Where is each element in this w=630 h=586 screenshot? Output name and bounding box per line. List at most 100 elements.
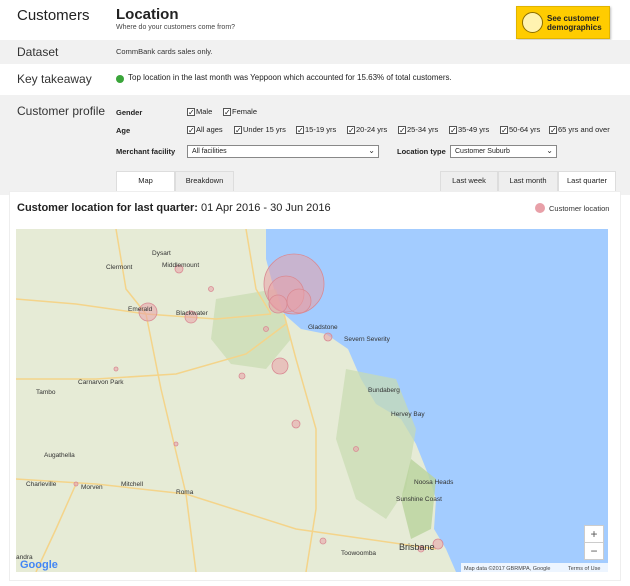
place-label: Noosa Heads xyxy=(414,479,454,486)
bubble xyxy=(173,441,179,447)
age-20-24-checkbox[interactable]: ✓ 20-24 yrs xyxy=(347,125,387,134)
checkmark-icon: ✓ xyxy=(347,125,355,135)
bubble xyxy=(353,446,359,452)
merchant-facility-select[interactable]: All facilities ⌄ xyxy=(187,145,379,158)
checkmark-icon: ✓ xyxy=(549,125,557,135)
bubble xyxy=(268,294,288,314)
merchant-facility-value: All facilities xyxy=(192,148,227,155)
place-label: Carnarvon Park xyxy=(78,379,124,386)
legend-swatch xyxy=(535,203,545,213)
map-canvas: Clermont Dysart Middlemount Emerald Blac… xyxy=(16,229,608,572)
place-label: Augathella xyxy=(44,452,75,459)
checkmark-icon: ✓ xyxy=(449,125,457,135)
age-15-19-checkbox[interactable]: ✓ 15-19 yrs xyxy=(296,125,336,134)
place-label: Severn Severity xyxy=(344,336,391,343)
gender-male-checkbox[interactable]: ✓ Male xyxy=(187,107,212,116)
google-logo: Google xyxy=(20,559,58,571)
place-label: Morven xyxy=(81,484,103,491)
dataset-label: Dataset xyxy=(17,45,59,59)
checkmark-icon: ✓ xyxy=(234,125,242,135)
bubble xyxy=(238,372,246,380)
bubble xyxy=(263,326,269,332)
bubble xyxy=(291,419,301,429)
gender-female-label: Female xyxy=(232,107,258,116)
tab-map[interactable]: Map xyxy=(116,171,175,191)
bubble xyxy=(271,357,289,375)
age-all-label: All ages xyxy=(196,125,223,134)
age-under15-checkbox[interactable]: ✓ Under 15 yrs xyxy=(234,125,286,134)
zoom-in-button[interactable]: + xyxy=(584,525,604,543)
bubble xyxy=(323,332,333,342)
terms-link[interactable]: Terms of Use xyxy=(568,566,600,572)
zoom-out-button[interactable]: − xyxy=(584,542,604,560)
customer-profile-label: Customer profile xyxy=(17,104,106,118)
page-subtitle: Where do your customers come from? xyxy=(116,24,236,31)
checkmark-icon: ✓ xyxy=(398,125,406,135)
age-65plus-checkbox[interactable]: ✓ 65 yrs and over xyxy=(549,125,610,134)
tab-breakdown[interactable]: Breakdown xyxy=(175,171,234,191)
age-25-34-label: 25-34 yrs xyxy=(407,125,439,134)
chart-title-label: Customer location for last quarter: xyxy=(17,202,198,214)
tab-last-month[interactable]: Last month xyxy=(498,171,558,191)
dataset-value: CommBank cards sales only. xyxy=(116,47,213,56)
place-label: Dysart xyxy=(152,250,171,257)
bubble xyxy=(208,286,214,292)
page-header: Customers Location Where do your custome… xyxy=(0,0,630,40)
place-label: Clermont xyxy=(106,264,133,271)
map-legend: Customer location xyxy=(535,203,609,213)
place-label: Blackwater xyxy=(176,310,209,317)
place-label: Emerald xyxy=(128,306,153,313)
chevron-down-icon: ⌄ xyxy=(368,146,375,155)
place-label: Mitchell xyxy=(121,481,144,488)
age-20-24-label: 20-24 yrs xyxy=(356,125,388,134)
key-takeaway-row: Key takeaway Top location in the last mo… xyxy=(0,67,630,91)
age-35-49-label: 35-49 yrs xyxy=(458,125,490,134)
gender-female-checkbox[interactable]: ✓ Female xyxy=(223,107,257,116)
demographics-label-1: See customer xyxy=(547,14,600,23)
place-label: Hervey Bay xyxy=(391,411,425,418)
bubble xyxy=(113,366,119,372)
key-takeaway-label: Key takeaway xyxy=(17,72,92,86)
checkmark-icon: ✓ xyxy=(187,125,195,135)
place-label: Charleville xyxy=(26,481,57,488)
checkmark-icon: ✓ xyxy=(296,125,304,135)
age-35-49-checkbox[interactable]: ✓ 35-49 yrs xyxy=(449,125,489,134)
place-label: Gladstone xyxy=(308,324,338,331)
age-50-64-label: 50-64 yrs xyxy=(509,125,541,134)
demographics-label-2: demographics xyxy=(547,23,602,32)
chevron-down-icon: ⌄ xyxy=(546,146,553,155)
date-range: 01 Apr 2016 - 30 Jun 2016 xyxy=(200,202,331,214)
section-title: Customers xyxy=(17,7,90,24)
age-25-34-checkbox[interactable]: ✓ 25-34 yrs xyxy=(398,125,438,134)
bubble xyxy=(319,537,327,545)
age-all-checkbox[interactable]: ✓ All ages xyxy=(187,125,223,134)
dataset-row: Dataset CommBank cards sales only. xyxy=(0,40,630,64)
tab-last-week[interactable]: Last week xyxy=(440,171,498,191)
place-label: Sunshine Coast xyxy=(396,496,442,503)
place-label: Toowoomba xyxy=(341,550,376,557)
page-title: Location xyxy=(116,6,179,23)
checkmark-icon: ✓ xyxy=(223,107,231,117)
gender-label: Gender xyxy=(116,108,143,117)
customer-location-map[interactable]: Clermont Dysart Middlemount Emerald Blac… xyxy=(16,229,608,572)
tab-last-quarter[interactable]: Last quarter xyxy=(558,171,616,191)
key-takeaway-text: Top location in the last month was Yeppo… xyxy=(128,73,452,82)
legend-label: Customer location xyxy=(549,203,610,213)
place-label: Brisbane xyxy=(399,542,435,552)
age-under15-label: Under 15 yrs xyxy=(243,125,286,134)
gender-male-label: Male xyxy=(196,107,213,116)
location-type-label: Location type xyxy=(397,147,446,156)
place-label: Tambo xyxy=(36,389,56,396)
chart-title: Customer location for last quarter: 01 A… xyxy=(17,202,331,214)
see-demographics-button[interactable]: See customer demographics xyxy=(516,6,610,39)
checkmark-icon: ✓ xyxy=(187,107,195,117)
status-dot-icon xyxy=(116,75,124,83)
merchant-facility-label: Merchant facility xyxy=(116,147,176,156)
people-icon xyxy=(522,12,543,33)
age-65plus-label: 65 yrs and over xyxy=(558,125,610,134)
location-type-value: Customer Suburb xyxy=(455,148,510,155)
location-type-select[interactable]: Customer Suburb ⌄ xyxy=(450,145,557,158)
place-label: Middlemount xyxy=(162,262,199,269)
age-50-64-checkbox[interactable]: ✓ 50-64 yrs xyxy=(500,125,540,134)
age-15-19-label: 15-19 yrs xyxy=(305,125,337,134)
